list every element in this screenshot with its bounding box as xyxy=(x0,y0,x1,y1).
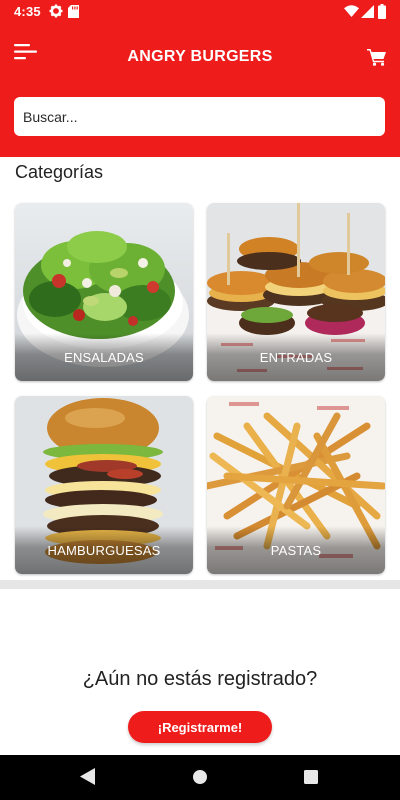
signal-icon xyxy=(361,5,374,18)
category-card-hamburguesas[interactable]: HAMBURGUESAS xyxy=(15,396,193,574)
home-icon[interactable] xyxy=(192,769,208,785)
wifi-icon xyxy=(344,5,359,17)
category-label: ENSALADAS xyxy=(64,350,144,365)
recent-apps-icon[interactable] xyxy=(304,770,318,784)
system-nav-bar xyxy=(0,755,400,800)
category-card-pastas[interactable]: PASTAS xyxy=(207,396,385,574)
status-time: 4:35 xyxy=(14,4,41,19)
app-title: ANGRY BURGERS xyxy=(127,48,273,65)
app-bar: ANGRY BURGERS xyxy=(0,24,400,157)
category-label: ENTRADAS xyxy=(259,350,333,365)
cart-icon xyxy=(367,49,386,66)
register-prompt: ¿Aún no estás registrado? xyxy=(82,668,318,690)
battery-icon xyxy=(378,4,386,19)
sd-card-icon xyxy=(68,5,79,18)
gear-icon xyxy=(49,4,63,18)
cart-button[interactable] xyxy=(367,48,387,66)
categories-title: Categorías xyxy=(15,162,104,182)
category-card-ensaladas[interactable]: ENSALADAS xyxy=(15,203,193,381)
search-input[interactable] xyxy=(14,97,385,136)
register-button[interactable]: ¡Registrarme! xyxy=(128,711,272,743)
category-card-entradas[interactable]: ENTRADAS xyxy=(207,203,385,381)
back-icon[interactable] xyxy=(80,768,95,785)
category-label: PASTAS xyxy=(270,543,322,558)
category-label: HAMBURGUESAS xyxy=(47,543,161,558)
section-divider xyxy=(0,580,400,589)
status-bar: 4:35 xyxy=(0,0,400,24)
